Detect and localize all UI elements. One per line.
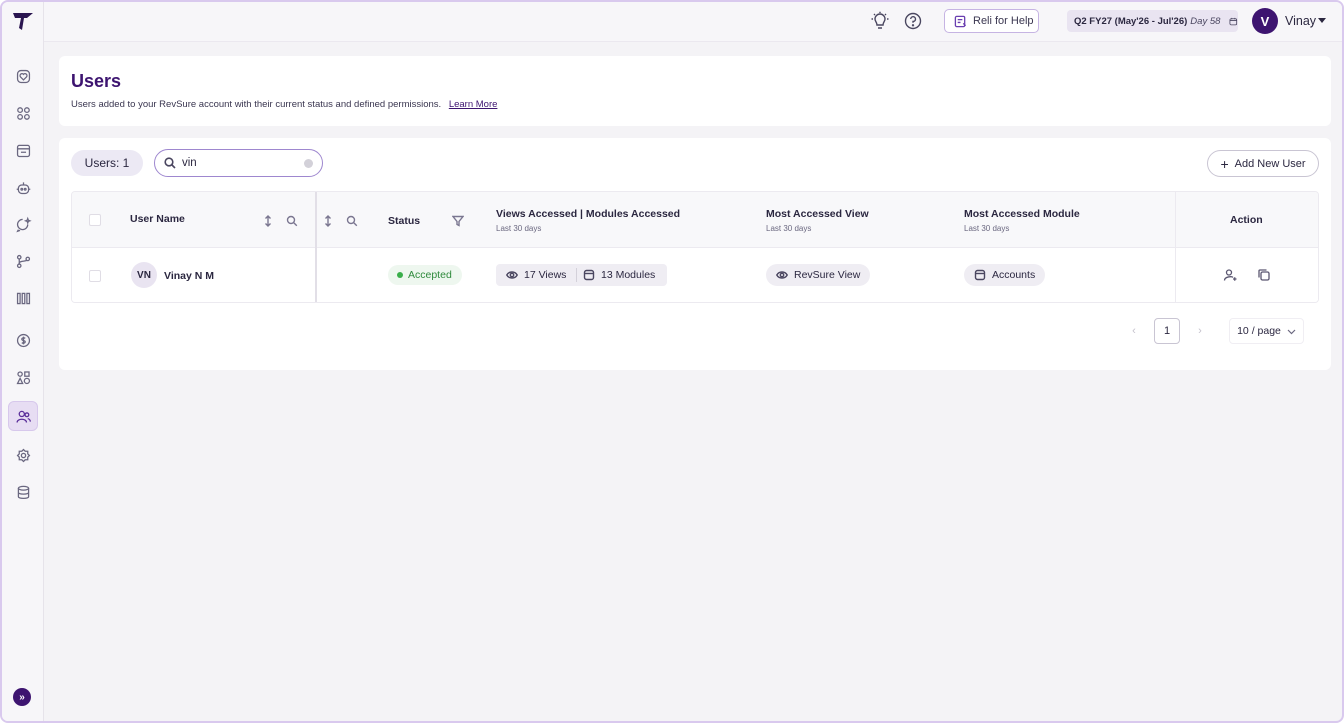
users-icon[interactable] [8,401,38,431]
column-most-view: Most Accessed View [766,208,869,220]
views-modules-pill[interactable]: 17 Views 13 Modules [496,264,667,286]
users-count-badge: Users: 1 [71,150,143,176]
reli-icon [954,15,967,27]
filter-icon[interactable] [451,214,465,227]
search-icon [164,157,176,169]
help-icon[interactable] [903,11,923,31]
sidebar: » [2,2,44,721]
fiscal-day: Day 58 [1190,15,1221,27]
calendar-icon[interactable] [8,135,38,165]
column-views-modules-sub: Last 30 days [496,224,542,233]
search-icon[interactable] [346,214,358,227]
pill-divider [576,268,577,282]
most-accessed-module-label: Accounts [992,269,1036,281]
column-divider[interactable] [315,192,317,302]
user-menu-name[interactable]: Vinay [1285,14,1316,28]
module-icon [583,269,595,281]
modules-count[interactable]: 13 Modules [583,264,655,286]
views-count-label: 17 Views [524,269,567,281]
most-accessed-view-pill[interactable]: RevSure View [766,264,871,286]
calendar-icon [1229,17,1238,25]
users-panel: Users: 1 + Add New User User Name [59,138,1331,370]
status-label: Accepted [408,269,452,281]
views-count[interactable]: 17 Views [506,264,566,286]
database-icon[interactable] [8,477,38,507]
add-new-user-label: Add New User [1234,157,1306,170]
reli-help-button[interactable]: Reli for Help [944,9,1039,33]
page-subtitle-text: Users added to your RevSure account with… [71,99,442,110]
app-window: » Reli for Help Q2 FY27 (May'26 - Jul'26… [0,0,1344,723]
grid-icon[interactable] [8,98,38,128]
search-field[interactable] [154,149,323,177]
module-icon [974,269,986,281]
most-accessed-module-pill[interactable]: Accounts [964,264,1046,286]
prev-page-button[interactable]: ‹ [1121,318,1147,344]
lightbulb-icon[interactable] [870,11,890,31]
page-title: Users [71,71,122,91]
learn-more-link[interactable]: Learn More [449,99,498,110]
chevron-down-icon [1287,329,1296,334]
heart-icon[interactable] [8,61,38,91]
column-views-modules: Views Accessed | Modules Accessed [496,208,681,220]
page-size-select[interactable]: 10 / page [1229,318,1304,344]
chat-spark-icon[interactable] [8,209,38,239]
status-badge: Accepted [388,265,462,285]
eye-icon [776,271,788,279]
user-avatar[interactable]: V [1252,8,1278,34]
page-header: Users Users added to your RevSure accoun… [59,56,1331,126]
row-user-name: Vinay N M [164,270,214,282]
next-page-button[interactable]: › [1187,318,1213,344]
column-user-name[interactable]: User Name [130,213,185,225]
row-avatar: VN [131,262,157,288]
add-new-user-button[interactable]: + Add New User [1207,150,1319,177]
column-action: Action [1230,214,1263,226]
sort-icon[interactable] [262,214,274,227]
column-most-module-sub: Last 30 days [964,224,1010,233]
search-icon[interactable] [286,214,298,227]
columns-icon[interactable] [8,283,38,313]
modules-count-label: 13 Modules [601,269,656,281]
column-status[interactable]: Status [388,215,420,227]
plus-icon: + [1220,155,1229,172]
page-button-current[interactable]: 1 [1154,318,1180,344]
status-dot-icon [397,272,403,278]
page-size-label: 10 / page [1237,325,1281,337]
column-most-view-sub: Last 30 days [766,224,812,233]
reli-help-label: Reli for Help [973,15,1034,27]
table-row[interactable] [72,248,1318,302]
revsure-logo [13,13,33,30]
sort-icon[interactable] [322,214,334,227]
column-divider [1175,192,1176,302]
expand-sidebar-button[interactable]: » [13,688,31,706]
edit-user-icon[interactable] [1223,268,1237,282]
page-subtitle: Users added to your RevSure account with… [71,99,497,110]
select-all-checkbox[interactable] [89,214,101,226]
caret-down-icon[interactable] [1318,18,1326,23]
clear-search-icon[interactable] [304,159,313,168]
fiscal-quarter: Q2 FY27 (May'26 - Jul'26) [1074,15,1188,27]
search-input[interactable] [182,157,292,169]
settings-icon[interactable] [8,440,38,470]
fiscal-period-selector[interactable]: Q2 FY27 (May'26 - Jul'26) Day 58 [1067,10,1238,32]
top-bar: Reli for Help Q2 FY27 (May'26 - Jul'26) … [44,2,1342,42]
eye-icon [506,271,518,279]
table-header: User Name Status Views Accessed | Module… [72,192,1318,248]
branch-icon[interactable] [8,246,38,276]
most-accessed-view-label: RevSure View [794,269,861,281]
bot-icon[interactable] [8,172,38,202]
dollar-icon[interactable] [8,325,38,355]
row-checkbox[interactable] [89,270,101,282]
users-table: User Name Status Views Accessed | Module… [71,191,1319,303]
shapes-icon[interactable] [8,362,38,392]
column-most-module: Most Accessed Module [964,208,1080,220]
copy-icon[interactable] [1257,268,1271,282]
